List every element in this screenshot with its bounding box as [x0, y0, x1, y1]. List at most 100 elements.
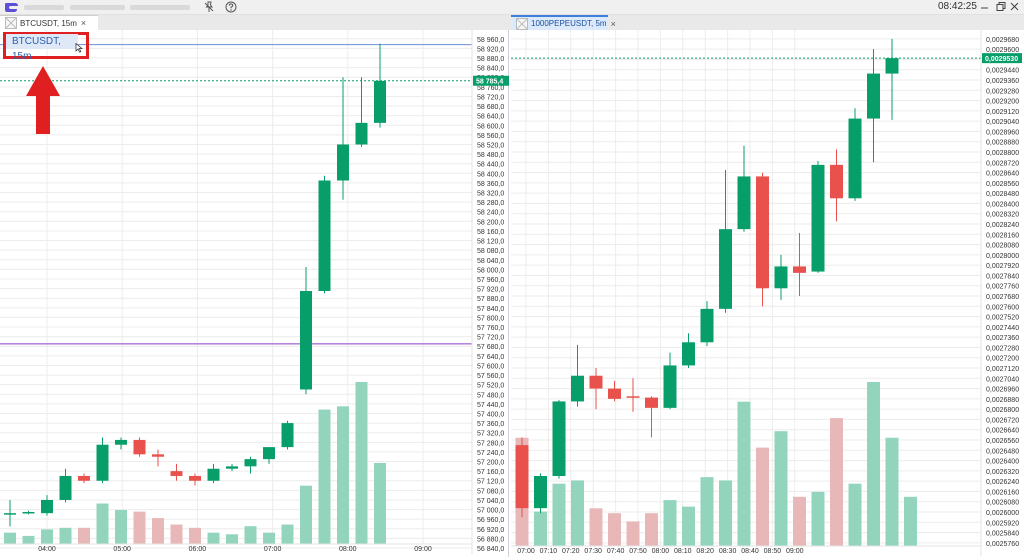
volume-bar: [571, 480, 584, 546]
x-axis-tick-label: 07:00: [517, 548, 535, 555]
y-axis-tick-label: 0,0028560: [986, 181, 1019, 188]
volume-bar: [152, 518, 164, 544]
y-axis-tick-label: 58 720,0: [477, 94, 504, 101]
candle-body[interactable]: [133, 439, 146, 455]
candle-body[interactable]: [170, 471, 183, 476]
volume-bar: [608, 513, 621, 546]
x-axis-tick-label: 07:30: [584, 548, 602, 555]
y-axis-tick-label: 0,0028160: [986, 232, 1019, 239]
candle-body[interactable]: [700, 308, 714, 343]
candle-body[interactable]: [534, 476, 547, 509]
pin-off-icon[interactable]: [203, 1, 215, 13]
tab-close-button[interactable]: ×: [611, 19, 616, 29]
y-axis-tick-label: 0,0026000: [986, 510, 1019, 517]
candle-body[interactable]: [774, 266, 788, 289]
y-axis-tick-label: 0,0026560: [986, 438, 1019, 445]
candle-body[interactable]: [848, 118, 862, 199]
y-axis-tick-label: 57 440,0: [477, 402, 504, 409]
candle-body[interactable]: [737, 176, 751, 230]
tab-label: 1000PEPEUSDT, 5m: [531, 19, 607, 28]
candlestick-chart-1000pepeusdt[interactable]: 0,00296800,00296000,00295200,00294400,00…: [511, 30, 1024, 557]
candle-body[interactable]: [207, 468, 220, 481]
y-axis-tick-label: 58 240,0: [477, 210, 504, 217]
volume-bar: [737, 401, 751, 546]
candle-body[interactable]: [374, 80, 386, 123]
candle-body[interactable]: [885, 58, 899, 74]
y-axis-tick-label: 58 880,0: [477, 56, 504, 63]
candle-body[interactable]: [867, 73, 880, 119]
volume-bar: [848, 483, 862, 546]
y-axis-tick-label: 0,0026800: [986, 407, 1019, 414]
y-axis-tick-label: 0,0029600: [986, 47, 1019, 54]
candle-body[interactable]: [608, 388, 621, 399]
candle-body[interactable]: [281, 423, 294, 448]
y-axis-tick-label: 0,0026880: [986, 397, 1019, 404]
chart-pane-btcusdt[interactable]: 58 960,058 920,058 880,058 840,058 800,0…: [0, 30, 509, 557]
volume-bar: [133, 511, 146, 544]
candle-body[interactable]: [263, 447, 275, 460]
x-axis-tick-label: 08:00: [339, 546, 357, 553]
chart-pane-1000pepeusdt[interactable]: 0,00296800,00296000,00295200,00294400,00…: [511, 30, 1024, 557]
candle-body[interactable]: [300, 291, 312, 390]
candle-body[interactable]: [663, 365, 677, 408]
volume-bar: [207, 532, 220, 544]
candle-body[interactable]: [96, 444, 109, 481]
y-axis-tick-label: 57 600,0: [477, 363, 504, 370]
volume-bar: [337, 406, 349, 544]
close-icon[interactable]: [1005, 0, 1024, 14]
y-axis-tick-label: 0,0029440: [986, 68, 1019, 75]
candle-body[interactable]: [589, 375, 603, 389]
volume-bar: [885, 437, 899, 546]
y-axis-tick-label: 0,0028400: [986, 201, 1019, 208]
y-axis-tick-label: 58 600,0: [477, 123, 504, 130]
candle-body[interactable]: [244, 459, 257, 467]
help-icon[interactable]: [225, 1, 237, 13]
tab-1000pepeusdt[interactable]: 1000PEPEUSDT, 5m ×: [511, 15, 616, 30]
y-axis-tick-label: 0,0027840: [986, 273, 1019, 280]
y-axis-tick-label: 0,0025760: [986, 541, 1019, 548]
candle-body[interactable]: [337, 144, 349, 181]
candle-body[interactable]: [719, 229, 732, 309]
y-axis-tick-label: 0,0026480: [986, 448, 1019, 455]
candlestick-chart-btcusdt[interactable]: 58 960,058 920,058 880,058 840,058 800,0…: [0, 30, 509, 557]
y-axis-tick-label: 0,0027920: [986, 263, 1019, 270]
chart-tab-icon: [516, 17, 528, 30]
candle-body[interactable]: [682, 342, 695, 366]
x-axis-tick-label: 05:00: [113, 546, 131, 553]
volume-bar: [4, 532, 16, 544]
candle-body[interactable]: [626, 396, 640, 398]
volume-bar: [867, 382, 880, 546]
candle-body[interactable]: [811, 164, 825, 272]
candle-body[interactable]: [552, 401, 566, 476]
candle-body[interactable]: [189, 475, 201, 481]
candle-body[interactable]: [59, 475, 72, 500]
candle-body[interactable]: [830, 164, 843, 199]
chart-tab-icon: [5, 17, 17, 29]
candle-body[interactable]: [793, 266, 806, 273]
candle-body[interactable]: [115, 439, 127, 445]
candle-body[interactable]: [22, 511, 35, 514]
candle-body[interactable]: [41, 499, 53, 514]
candle-body[interactable]: [152, 454, 164, 457]
symbol-label[interactable]: BTCUSDT, 15m: [6, 34, 78, 62]
candle-body[interactable]: [571, 375, 584, 402]
y-axis-tick-label: 0,0027360: [986, 335, 1019, 342]
y-axis-tick-label: 0,0028960: [986, 129, 1019, 136]
candle-body[interactable]: [4, 513, 16, 515]
candle-body[interactable]: [645, 397, 658, 408]
candle-body[interactable]: [515, 445, 529, 509]
candle-body[interactable]: [756, 176, 769, 289]
tab-close-button[interactable]: ×: [81, 18, 86, 28]
y-axis-tick-label: 0,0029360: [986, 78, 1019, 85]
y-axis-tick-label: 57 880,0: [477, 296, 504, 303]
tab-btcusdt[interactable]: BTCUSDT, 15m ×: [0, 15, 98, 30]
y-axis-tick-label: 57 160,0: [477, 469, 504, 476]
candle-body[interactable]: [78, 475, 90, 481]
x-axis-tick-label: 09:00: [414, 546, 432, 553]
candle-body[interactable]: [355, 122, 368, 145]
volume-bar: [719, 480, 732, 546]
y-axis-tick-label: 0,0027680: [986, 294, 1019, 301]
candle-body[interactable]: [226, 466, 238, 469]
candle-body[interactable]: [318, 180, 331, 291]
volume-bar: [115, 509, 127, 544]
